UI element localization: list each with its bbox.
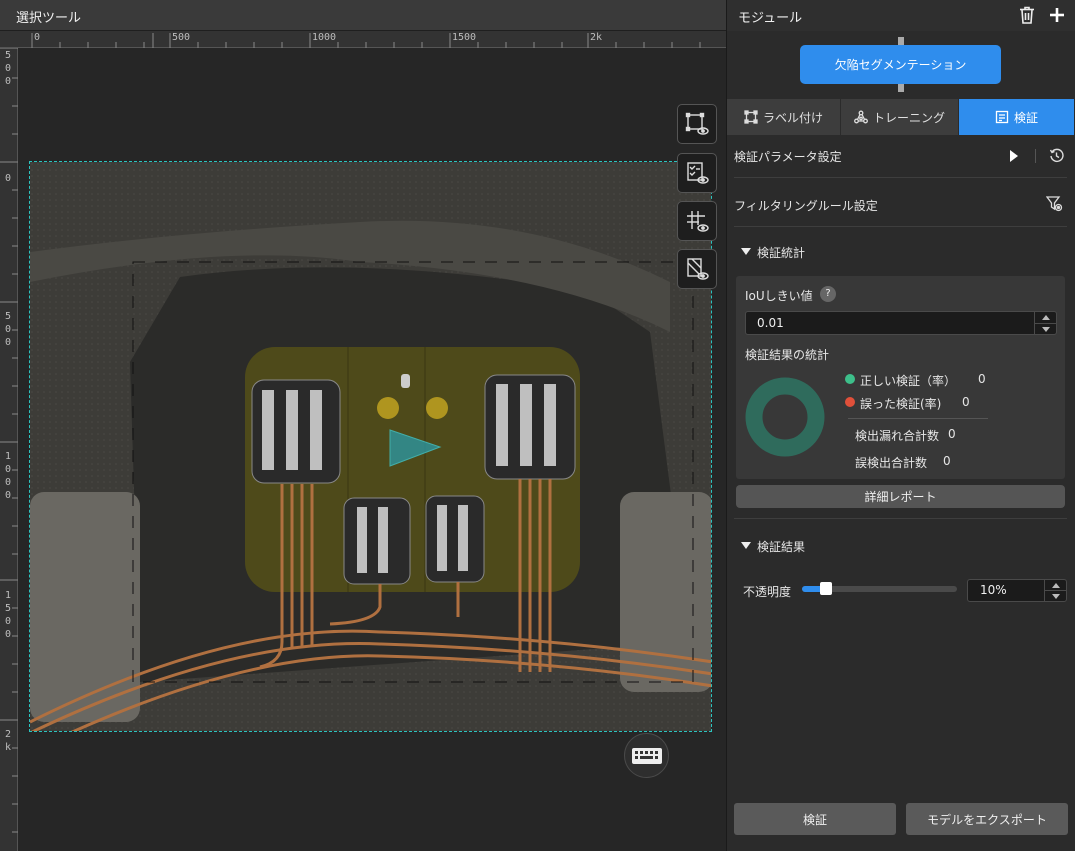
image-frame[interactable] (29, 161, 712, 732)
stats-panel: IoUしきい値 ? 0.01 検証結果の統計 正しい検証（率） 0 誤った検証(… (736, 276, 1065, 479)
results-section-title: 検証結果 (757, 540, 806, 554)
correct-value: 0 (978, 372, 986, 386)
keyboard-icon[interactable] (624, 733, 669, 778)
module-flow: 欠陥セグメンテーション (727, 31, 1075, 99)
ruler-left-label: 1 5 0 0 (4, 590, 12, 640)
grid-eye-icon[interactable] (677, 201, 717, 241)
separator (1035, 149, 1036, 163)
tab-label: トレーニング (872, 110, 945, 125)
tab-training[interactable]: トレーニング (841, 99, 959, 135)
caret-down-icon (741, 248, 751, 255)
missed-value: 0 (948, 427, 956, 441)
false-detect-value: 0 (943, 454, 951, 468)
ruler-top: 0 500 1000 1500 2k (0, 31, 726, 48)
canvas-header: 選択ツール (0, 0, 726, 31)
iou-value: 0.01 (757, 316, 784, 330)
divider (734, 177, 1067, 178)
opacity-slider[interactable] (802, 582, 957, 595)
help-icon[interactable]: ? (820, 286, 836, 302)
verify-button[interactable]: 検証 (734, 803, 896, 835)
tab-verification[interactable]: 検証 (959, 99, 1075, 135)
results-section-header[interactable]: 検証結果 (727, 534, 1075, 558)
tab-label: ラベル付け (762, 110, 823, 125)
wrong-value: 0 (962, 395, 970, 409)
ruler-top-label: 1500 (452, 32, 477, 43)
opacity-input[interactable]: 10% (967, 579, 1067, 602)
ruler-top-label: 0 (34, 32, 41, 43)
checklist-eye-icon[interactable] (677, 153, 717, 193)
tool-title: 選択ツール (16, 11, 82, 26)
divider (734, 518, 1067, 519)
wrong-dot (845, 397, 855, 407)
ruler-left-label: 0 (4, 173, 12, 184)
opacity-label: 不透明度 (743, 585, 792, 599)
ruler-left-label: 2 k (4, 729, 12, 753)
spin-up-icon[interactable] (1034, 312, 1056, 323)
divider (848, 418, 988, 419)
iou-label: IoUしきい値 (745, 289, 813, 303)
history-icon[interactable] (1049, 148, 1064, 166)
canvas-pane: 選択ツール 0 500 1000 1500 2k 5 0 0 0 5 0 0 1… (0, 0, 726, 851)
plus-icon[interactable] (1047, 5, 1067, 25)
module-tabs: ラベル付け トレーニング 検証 (727, 99, 1075, 135)
wrong-label: 誤った検証(率) (860, 397, 942, 411)
filter-settings-icon[interactable] (1045, 195, 1063, 215)
opacity-slider-thumb[interactable] (820, 582, 832, 595)
stats-title: 検証結果の統計 (745, 348, 830, 362)
stats-section-title: 検証統計 (757, 246, 806, 260)
connector (898, 84, 904, 92)
module-panel-title: モジュール (738, 11, 803, 26)
play-icon[interactable] (1009, 149, 1019, 166)
ruler-top-label: 1000 (312, 32, 337, 43)
label-icon (744, 110, 758, 124)
verify-icon (995, 110, 1009, 124)
inspection-image (30, 162, 711, 731)
missed-label: 検出漏れ合計数 (855, 429, 940, 443)
trash-icon[interactable] (1017, 5, 1037, 25)
module-panel: モジュール 欠陥セグメンテーション ラベル付け トレーニング 検証 検証パラメー… (727, 0, 1075, 851)
false-detect-label: 誤検出合計数 (855, 456, 928, 470)
stats-donut-chart (745, 377, 825, 457)
tab-label: 検証 (1013, 110, 1038, 125)
mask-eye-icon[interactable] (677, 249, 717, 289)
param-settings-row[interactable]: 検証パラメータ設定 (727, 135, 1075, 177)
module-node-button[interactable]: 欠陥セグメンテーション (800, 45, 1001, 84)
opacity-value: 10% (980, 583, 1007, 597)
caret-down-icon (741, 542, 751, 549)
stats-section-header[interactable]: 検証統計 (727, 240, 1075, 264)
detail-report-button[interactable]: 詳細レポート (736, 485, 1065, 508)
iou-threshold-input[interactable]: 0.01 (745, 311, 1057, 335)
ruler-left-label: 1 0 0 0 (4, 451, 12, 501)
correct-dot (845, 374, 855, 384)
spin-down-icon[interactable] (1034, 323, 1056, 334)
image-canvas[interactable] (18, 48, 726, 851)
tab-labeling[interactable]: ラベル付け (727, 99, 841, 135)
module-header: モジュール (727, 0, 1075, 31)
param-settings-label: 検証パラメータ設定 (734, 150, 842, 164)
filter-settings-label: フィルタリングルール設定 (734, 199, 878, 213)
ruler-top-label: 500 (172, 32, 191, 43)
export-model-button[interactable]: モデルをエクスポート (906, 803, 1068, 835)
ruler-top-label: 2k (590, 32, 603, 43)
connector (898, 37, 904, 45)
ruler-left-label: 5 0 0 (4, 50, 12, 87)
roi-eye-icon[interactable] (677, 104, 717, 144)
training-icon (854, 110, 868, 124)
spin-down-icon[interactable] (1044, 590, 1066, 601)
ruler-left: 5 0 0 0 5 0 0 1 0 0 0 1 5 0 0 2 k (0, 48, 18, 851)
filter-settings-row[interactable]: フィルタリングルール設定 (727, 183, 1075, 226)
ruler-left-label: 5 0 0 (4, 311, 12, 348)
divider (734, 226, 1067, 227)
correct-label: 正しい検証（率） (860, 374, 957, 388)
